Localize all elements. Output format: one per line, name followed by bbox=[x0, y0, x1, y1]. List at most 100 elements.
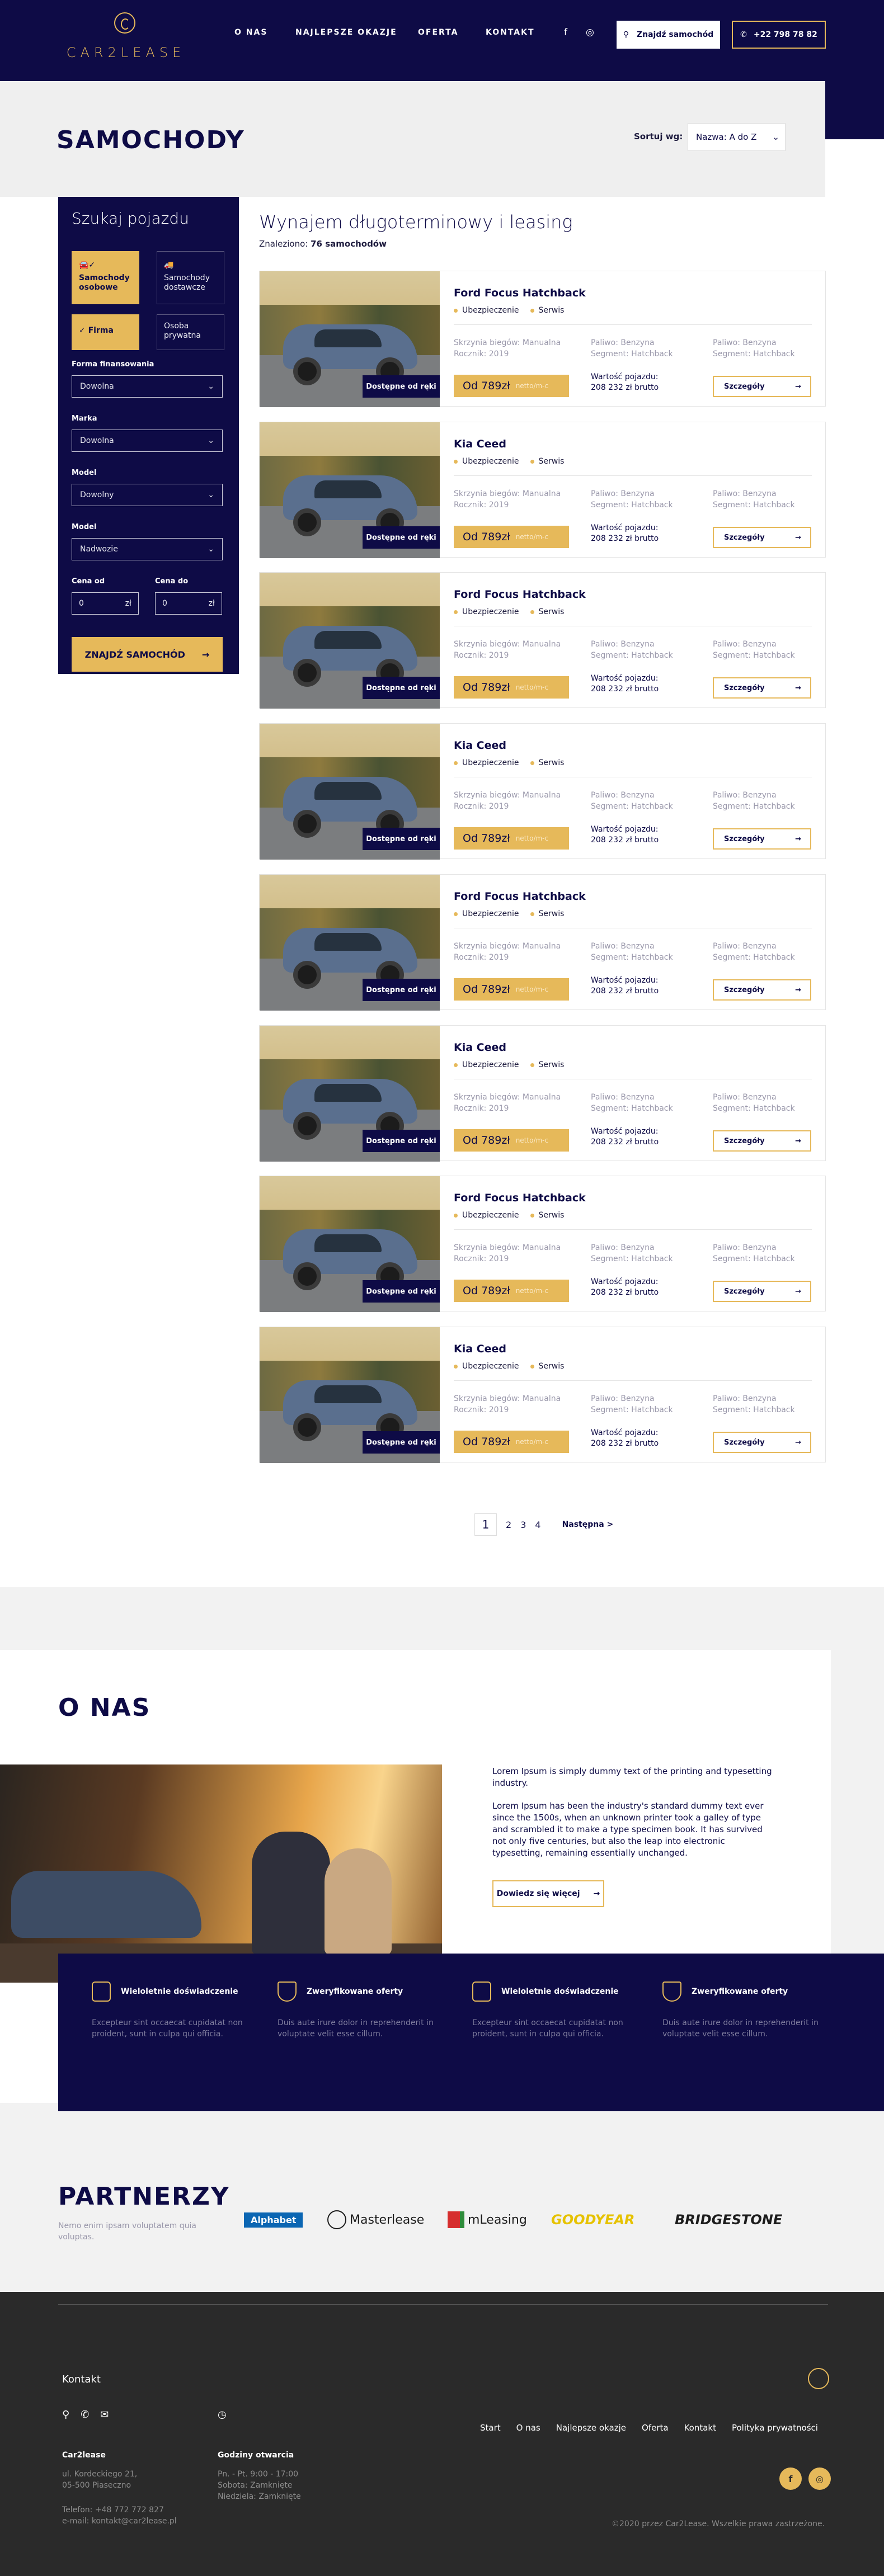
phone-icon: ✆ bbox=[740, 30, 747, 39]
instagram-icon[interactable]: ◎ bbox=[586, 27, 594, 38]
client-type-private[interactable]: Osoba prywatna bbox=[157, 314, 224, 350]
car-name[interactable]: Ford Focus Hatchback bbox=[454, 1192, 586, 1204]
car-name[interactable]: Ford Focus Hatchback bbox=[454, 287, 586, 299]
details-button[interactable]: Szczegóły → bbox=[713, 1281, 811, 1302]
tag-label: Serwis bbox=[538, 1362, 565, 1371]
price-note: netto/m-c bbox=[515, 1287, 549, 1295]
footer-link[interactable]: Kontakt bbox=[684, 2423, 716, 2433]
details-button[interactable]: Szczegóły → bbox=[713, 376, 811, 397]
phone-button[interactable]: ✆ +22 798 78 82 bbox=[732, 21, 826, 49]
car-photo[interactable]: Dostępne od ręki bbox=[260, 422, 440, 558]
spec-line: Segment: Hatchback bbox=[713, 802, 795, 811]
price-to-input[interactable]: 0 zł bbox=[155, 592, 222, 615]
instagram-icon[interactable]: ◎ bbox=[808, 2468, 831, 2490]
feature-title: Wieloletnie doświadczenie bbox=[501, 1987, 619, 1996]
car-photo[interactable]: Dostępne od ręki bbox=[260, 1327, 440, 1463]
car-photo[interactable]: Dostępne od ręki bbox=[260, 573, 440, 709]
footer-contact-title: Kontakt bbox=[62, 2374, 101, 2385]
find-car-button[interactable]: ⚲ Znajdź samochód bbox=[617, 21, 720, 49]
details-button[interactable]: Szczegóły → bbox=[713, 1130, 811, 1152]
spec-line: Wartość pojazdu: bbox=[591, 523, 659, 532]
page-current[interactable]: 1 bbox=[474, 1513, 497, 1536]
vehicle-type-passenger[interactable]: 🚘✓ Samochody osobowe bbox=[72, 251, 139, 304]
address-line: ul. Kordeckiego 21, bbox=[62, 2470, 138, 2479]
logo-text[interactable]: CAR2LEASE bbox=[56, 45, 196, 60]
vehicle-value: Wartość pojazdu: 208 232 zł brutto bbox=[591, 523, 659, 544]
partner-logo-masterlease[interactable]: Masterlease bbox=[327, 2206, 424, 2234]
nav-item-deals[interactable]: NAJLEPSZE OKAZJE bbox=[295, 28, 397, 37]
truck-icon: 🚚 bbox=[164, 261, 174, 270]
car-name[interactable]: Kia Ceed bbox=[454, 438, 506, 450]
learn-more-button[interactable]: Dowiedz się więcej → bbox=[492, 1880, 604, 1907]
footer-link[interactable]: O nas bbox=[516, 2423, 540, 2433]
car-name[interactable]: Kia Ceed bbox=[454, 1041, 506, 1054]
brand-select[interactable]: Dowolna ⌄ bbox=[72, 430, 223, 452]
nav-item-about[interactable]: O NAS bbox=[234, 28, 267, 37]
footer-link[interactable]: Najlepsze okazje bbox=[556, 2423, 626, 2433]
spec-line: 208 232 zł brutto bbox=[591, 383, 659, 392]
details-button[interactable]: Szczegóły → bbox=[713, 828, 811, 850]
partner-logo-goodyear[interactable]: GOODYEAR bbox=[551, 2206, 634, 2234]
tag-insurance: Ubezpieczenie bbox=[454, 1211, 519, 1220]
car-photo[interactable]: Dostępne od ręki bbox=[260, 271, 440, 407]
nav-item-contact[interactable]: KONTAKT bbox=[486, 28, 535, 37]
car-card: Dostępne od ręki Kia Ceed Ubezpieczenie … bbox=[259, 723, 826, 860]
model-select[interactable]: Dowolny ⌄ bbox=[72, 484, 223, 506]
car-photo[interactable]: Dostępne od ręki bbox=[260, 875, 440, 1011]
car-photo[interactable]: Dostępne od ręki bbox=[260, 1176, 440, 1312]
search-submit-button[interactable]: ZNAJDŹ SAMOCHÓD → bbox=[72, 637, 223, 672]
footer-link[interactable]: Start bbox=[480, 2423, 501, 2433]
dot-icon bbox=[454, 761, 458, 765]
arrow-right-icon: → bbox=[795, 683, 801, 692]
financing-select[interactable]: Dowolna ⌄ bbox=[72, 375, 223, 398]
price: Od 789zł bbox=[463, 1285, 510, 1297]
page-link[interactable]: 3 bbox=[520, 1520, 526, 1530]
car-name[interactable]: Kia Ceed bbox=[454, 1343, 506, 1355]
spec-line: Paliwo: Benzyna bbox=[591, 1093, 655, 1102]
footer-link[interactable]: Polityka prywatności bbox=[732, 2423, 818, 2433]
company-phone[interactable]: Telefon: +48 772 772 827 bbox=[62, 2504, 177, 2516]
car-photo[interactable]: Dostępne od ręki bbox=[260, 724, 440, 860]
page-link[interactable]: 4 bbox=[535, 1520, 540, 1530]
price-note: netto/m-c bbox=[515, 683, 549, 691]
car-name[interactable]: Ford Focus Hatchback bbox=[454, 588, 586, 601]
facebook-icon[interactable]: f bbox=[564, 27, 567, 38]
spec-line: 208 232 zł brutto bbox=[591, 685, 659, 693]
model-label: Model bbox=[72, 469, 97, 477]
nav-item-offer[interactable]: OFERTA bbox=[418, 28, 458, 37]
car-card: Dostępne od ręki Ford Focus Hatchback Ub… bbox=[259, 874, 826, 1011]
page-link[interactable]: 2 bbox=[506, 1520, 511, 1530]
next-page-link[interactable]: Następna > bbox=[562, 1520, 614, 1529]
client-type-company[interactable]: ✓ Firma bbox=[72, 314, 139, 350]
footer-link[interactable]: Oferta bbox=[642, 2423, 669, 2433]
details-button[interactable]: Szczegóły → bbox=[713, 527, 811, 548]
spec-group: Paliwo: Benzyna Segment: Hatchback bbox=[591, 1242, 673, 1265]
partner-logo-alphabet[interactable]: Alphabet bbox=[244, 2206, 303, 2234]
body-select[interactable]: Nadwozie ⌄ bbox=[72, 538, 223, 560]
details-button[interactable]: Szczegóły → bbox=[713, 1432, 811, 1453]
details-button[interactable]: Szczegóły → bbox=[713, 677, 811, 699]
price-from-input[interactable]: 0 zł bbox=[72, 592, 139, 615]
logo-icon[interactable] bbox=[114, 12, 135, 34]
company-email[interactable]: e-mail: kontakt@car2lease.pl bbox=[62, 2516, 177, 2527]
spec-group: Paliwo: Benzyna Segment: Hatchback bbox=[591, 639, 673, 661]
spec-group: Skrzynia biegów: Manualna Rocznik: 2019 bbox=[454, 1242, 561, 1265]
availability-badge: Dostępne od ręki bbox=[363, 1431, 440, 1454]
sort-select[interactable]: Nazwa: A do Z ⌄ bbox=[688, 123, 786, 151]
footer-logo-icon[interactable] bbox=[808, 2368, 829, 2389]
vehicle-value: Wartość pojazdu: 208 232 zł brutto bbox=[591, 1428, 659, 1449]
car-photo[interactable]: Dostępne od ręki bbox=[260, 1026, 440, 1162]
facebook-icon[interactable]: f bbox=[779, 2468, 802, 2490]
spec-line: Rocznik: 2019 bbox=[454, 651, 509, 660]
price-note: netto/m-c bbox=[515, 1438, 549, 1446]
vehicle-type-van[interactable]: 🚚 Samochody dostawcze bbox=[157, 251, 224, 304]
car-name[interactable]: Ford Focus Hatchback bbox=[454, 890, 586, 903]
partner-logo-mleasing[interactable]: mLeasing bbox=[448, 2206, 527, 2234]
car-name[interactable]: Kia Ceed bbox=[454, 739, 506, 752]
dot-icon bbox=[454, 1213, 458, 1218]
details-button[interactable]: Szczegóły → bbox=[713, 979, 811, 1001]
tag-label: Serwis bbox=[538, 758, 565, 767]
partner-logo-bridgestone[interactable]: BRIDGESTONE bbox=[675, 2206, 782, 2234]
price-box: Od 789zł netto/m-c bbox=[454, 978, 569, 1001]
spec-line: Rocznik: 2019 bbox=[454, 802, 509, 811]
